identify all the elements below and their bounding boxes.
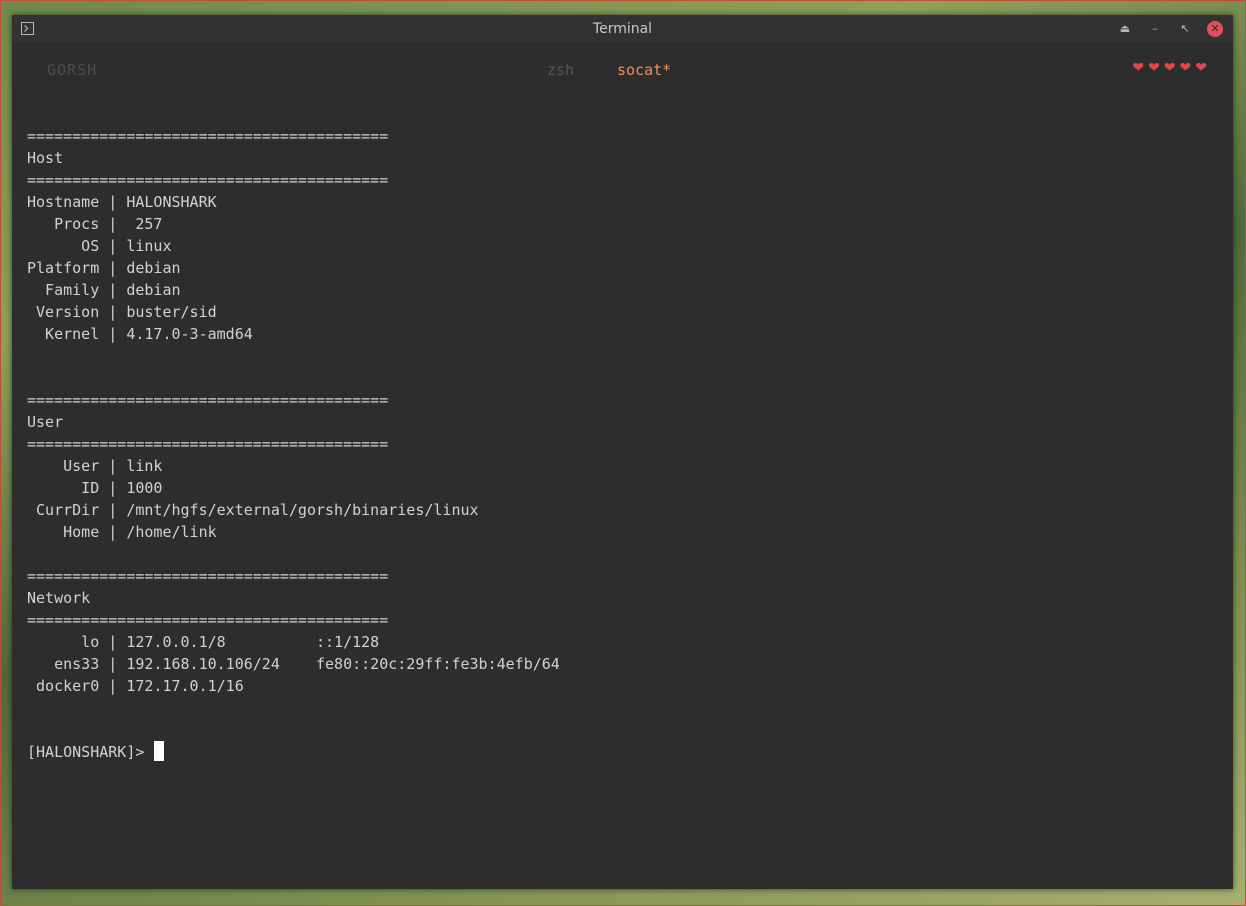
terminal-line: Kernel | 4.17.0-3-amd64 xyxy=(27,325,253,343)
terminal-line: CurrDir | /mnt/hgfs/external/gorsh/binar… xyxy=(27,501,479,519)
terminal-line: User | link xyxy=(27,457,163,475)
tab-zsh[interactable]: zsh xyxy=(547,61,574,79)
section-heading-host: Host xyxy=(27,149,64,167)
terminal-line: ======================================== xyxy=(27,127,389,145)
window-controls: ⏏ – ↖ ✕ xyxy=(1117,21,1223,37)
terminal-line: Hostname | HALONSHARK xyxy=(27,193,217,211)
terminal-output[interactable]: ========================================… xyxy=(27,125,1223,763)
cursor xyxy=(154,741,165,761)
terminal-line: Version | buster/sid xyxy=(27,303,217,321)
prompt-line[interactable]: [HALONSHARK]> xyxy=(27,741,1223,763)
close-icon[interactable]: ✕ xyxy=(1207,21,1223,37)
eject-icon[interactable]: ⏏ xyxy=(1117,21,1133,37)
terminal-line: ======================================== xyxy=(27,567,389,585)
window-title: Terminal xyxy=(592,21,653,37)
title-bar[interactable]: Terminal ⏏ – ↖ ✕ xyxy=(12,15,1233,44)
terminal-line: ens33 | 192.168.10.106/24 fe80::20c:29ff… xyxy=(27,655,560,673)
prompt: [HALONSHARK]> xyxy=(27,743,154,761)
terminal-line: Platform | debian xyxy=(27,259,181,277)
terminal-window: Terminal ⏏ – ↖ ✕ GORSH zsh socat* ❤❤❤❤❤ … xyxy=(12,15,1233,889)
terminal-line: ======================================== xyxy=(27,435,389,453)
terminal-line: ID | 1000 xyxy=(27,479,163,497)
terminal-line: Procs | 257 xyxy=(27,215,163,233)
restore-icon[interactable]: ↖ xyxy=(1177,21,1193,37)
terminal-line: docker0 | 172.17.0.1/16 xyxy=(27,677,244,695)
section-heading-network: Network xyxy=(27,589,91,607)
terminal-line: OS | linux xyxy=(27,237,172,255)
terminal-line: ======================================== xyxy=(27,391,389,409)
terminal-line: Home | /home/link xyxy=(27,523,217,541)
minimize-icon[interactable]: – xyxy=(1147,21,1163,37)
tab-socat[interactable]: socat* xyxy=(617,61,671,79)
hearts-indicator: ❤❤❤❤❤ xyxy=(1132,60,1211,76)
section-heading-user: User xyxy=(27,413,64,431)
tab-gorsh[interactable]: GORSH xyxy=(47,61,97,79)
terminal-line: ======================================== xyxy=(27,611,389,629)
terminal-line: lo | 127.0.0.1/8 ::1/128 xyxy=(27,633,380,651)
tab-bar: GORSH zsh socat* ❤❤❤❤❤ xyxy=(12,44,1233,96)
terminal-line: Family | debian xyxy=(27,281,181,299)
terminal-line: ======================================== xyxy=(27,171,389,189)
